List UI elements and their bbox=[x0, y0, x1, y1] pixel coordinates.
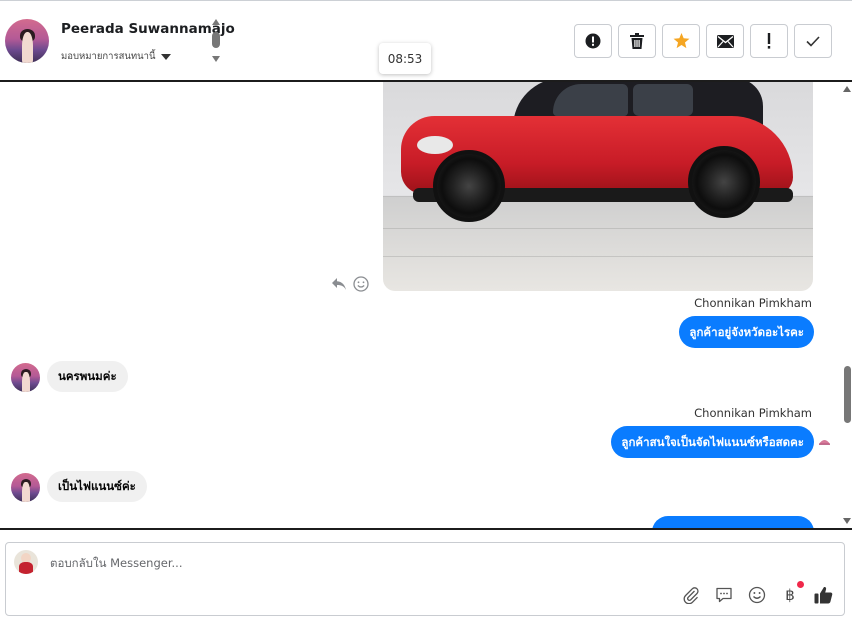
car-headlight bbox=[417, 136, 453, 154]
envelope-icon bbox=[716, 34, 734, 48]
incoming-message[interactable]: นครพนมค่ะ bbox=[47, 361, 128, 392]
avatar-figure bbox=[19, 562, 33, 574]
done-button[interactable] bbox=[794, 24, 832, 58]
reply-icon[interactable] bbox=[331, 276, 347, 295]
car-window bbox=[633, 84, 693, 116]
check-icon bbox=[806, 35, 820, 47]
floor-line bbox=[383, 228, 813, 229]
scroll-down-icon[interactable] bbox=[843, 518, 851, 524]
header-top-border bbox=[0, 0, 852, 1]
baht-icon[interactable]: ฿ bbox=[779, 581, 804, 606]
seen-avatar-icon bbox=[818, 433, 831, 446]
delete-button[interactable] bbox=[618, 24, 656, 58]
saved-reply-icon[interactable] bbox=[713, 584, 735, 606]
scroll-down-icon[interactable] bbox=[212, 56, 220, 62]
contact-avatar[interactable] bbox=[5, 19, 49, 63]
composer-area: ฿ bbox=[0, 528, 852, 623]
scroll-up-icon[interactable] bbox=[843, 86, 851, 92]
assign-label: มอบหมายการสนทนานี้ bbox=[61, 51, 156, 62]
outgoing-message[interactable]: ลูกค้าสนใจเป็นจัดไฟแนนซ์หรือสดคะ bbox=[611, 426, 814, 458]
conversation-toolbar bbox=[574, 24, 832, 58]
exclamation-icon bbox=[767, 33, 771, 49]
mark-important-button[interactable] bbox=[750, 24, 788, 58]
outgoing-message-partial[interactable] bbox=[652, 516, 814, 528]
scroll-thumb[interactable] bbox=[844, 366, 851, 423]
thread-scrollbar[interactable] bbox=[842, 82, 852, 528]
reply-input[interactable] bbox=[50, 553, 650, 573]
reply-composer[interactable]: ฿ bbox=[5, 542, 845, 616]
caret-down-icon bbox=[160, 53, 171, 60]
assign-conversation-dropdown[interactable]: มอบหมายการสนทนานี้ bbox=[61, 49, 171, 64]
star-button[interactable] bbox=[662, 24, 700, 58]
floor-line bbox=[383, 256, 813, 257]
react-emoji-icon[interactable] bbox=[353, 276, 369, 296]
car-wheel bbox=[688, 146, 760, 218]
scroll-up-icon[interactable] bbox=[212, 19, 220, 25]
car-window bbox=[553, 84, 628, 116]
incoming-message[interactable]: เป็นไฟแนนซ์ค่ะ bbox=[47, 471, 147, 502]
outgoing-message[interactable]: ลูกค้าอยู่จังหวัดอะไรคะ bbox=[679, 316, 814, 348]
baht-symbol: ฿ bbox=[785, 586, 795, 604]
report-spam-button[interactable] bbox=[574, 24, 612, 58]
sender-name: Chonnikan Pimkham bbox=[694, 406, 812, 420]
contact-avatar-small[interactable] bbox=[11, 473, 40, 502]
avatar-figure bbox=[22, 481, 30, 502]
scroll-thumb[interactable] bbox=[212, 32, 220, 48]
message-thread[interactable]: Chonnikan Pimkham ลูกค้าอยู่จังหวัดอะไรค… bbox=[0, 82, 852, 528]
car-photo-attachment[interactable] bbox=[383, 82, 813, 291]
mark-unread-button[interactable] bbox=[706, 24, 744, 58]
star-icon bbox=[673, 33, 689, 49]
page-avatar bbox=[14, 550, 38, 574]
avatar-figure bbox=[22, 371, 30, 392]
trash-icon bbox=[630, 33, 644, 49]
composer-actions: ฿ bbox=[680, 581, 834, 606]
exclamation-circle-icon bbox=[585, 33, 601, 49]
car-wheel bbox=[433, 150, 505, 222]
avatar-figure bbox=[21, 32, 34, 63]
thumbs-up-icon[interactable] bbox=[812, 584, 834, 606]
conversation-header: Peerada Suwannamajo มอบหมายการสนทนานี้ 0… bbox=[0, 0, 852, 82]
contact-avatar-small[interactable] bbox=[11, 363, 40, 392]
paperclip-icon[interactable] bbox=[680, 584, 702, 606]
header-scroll-control[interactable] bbox=[210, 19, 222, 65]
emoji-icon[interactable] bbox=[746, 584, 768, 606]
notification-dot bbox=[797, 581, 804, 588]
contact-name[interactable]: Peerada Suwannamajo bbox=[61, 21, 235, 37]
timestamp-tooltip: 08:53 bbox=[379, 43, 431, 74]
sender-name: Chonnikan Pimkham bbox=[694, 296, 812, 310]
